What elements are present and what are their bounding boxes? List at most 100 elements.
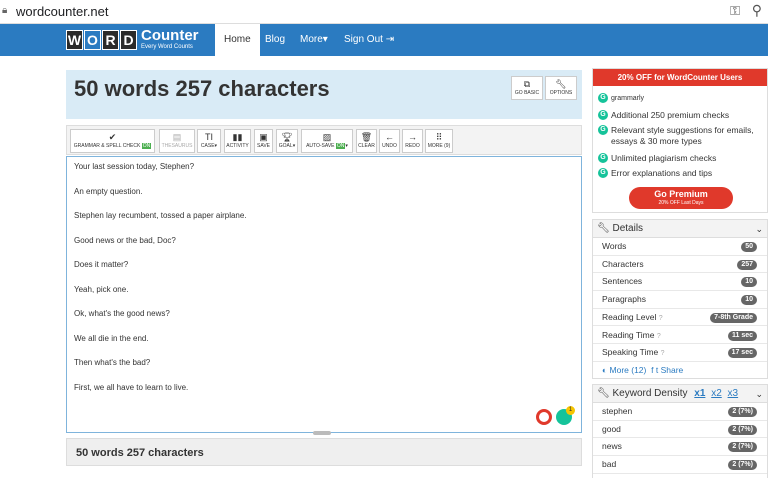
help-icon[interactable]: ?: [657, 333, 661, 340]
grammarly-icon[interactable]: 1: [556, 406, 575, 425]
keyword-density-panel: 🔧︎ Keyword Density x1 x2 x3 ⌄ stephen 2 (…: [592, 384, 768, 478]
detail-label: Characters: [602, 258, 644, 269]
details-footer: ◐ More (12) f t Share: [593, 362, 767, 380]
save-icon: ▣: [259, 132, 268, 142]
promo-item-text: Unlimited plagiarism checks: [611, 153, 717, 163]
url-text[interactable]: wordcounter.net: [16, 4, 109, 19]
page-title: 50 words 257 characters: [74, 76, 330, 101]
nav-home[interactable]: Home: [215, 24, 260, 56]
detail-label: Speaking Time: [602, 347, 659, 358]
wrench-icon: 🔧︎: [597, 223, 610, 234]
nav-sign-out[interactable]: Sign Out ⇥: [344, 24, 394, 56]
grid-icon: ⠿: [435, 132, 443, 142]
clear-label: CLEAR: [358, 143, 375, 149]
browser-address-bar[interactable]: 🔒︎ wordcounter.net ⚿ ⚲: [0, 0, 768, 24]
thesaurus-button[interactable]: ▤ THESAURUS: [159, 129, 195, 153]
grammarly-bullet-icon: G: [598, 153, 608, 163]
detail-row: Speaking Time ? 17 sec: [593, 344, 767, 362]
keyword-row[interactable]: bad 2 (7%): [593, 456, 767, 474]
undo-button[interactable]: ← UNDO: [379, 129, 400, 153]
resize-handle[interactable]: [313, 431, 331, 435]
editor-toolbar: ✔ GRAMMAR & SPELL CHECK ON ▤ THESAURUS T…: [66, 125, 582, 155]
detail-value: 50: [741, 242, 757, 252]
help-icon[interactable]: ?: [661, 350, 665, 357]
logo-tagline: Every Word Counts: [141, 43, 193, 50]
target-icon[interactable]: [536, 409, 552, 425]
case-label: CASE: [200, 143, 215, 149]
keyword-row[interactable]: news 2 (7%): [593, 438, 767, 457]
chevron-down-icon[interactable]: ⌄: [755, 385, 763, 403]
bar-chart-icon: ▮▮: [232, 132, 243, 142]
go-premium-button[interactable]: Go Premium 20% OFF Last Days: [629, 187, 733, 209]
undo-label: UNDO: [382, 143, 397, 149]
keyword-word: news: [602, 441, 622, 452]
go-basic-button[interactable]: ⧉ GO BASIC: [511, 76, 543, 100]
grammar-check-button[interactable]: ✔ GRAMMAR & SPELL CHECK ON: [70, 129, 155, 153]
details-header[interactable]: 🔧︎ Details ⌄: [593, 220, 767, 238]
autosave-state-badge: ON: [335, 143, 346, 149]
detail-label: Reading Time: [602, 329, 655, 340]
promo-item-text: Error explanations and tips: [611, 168, 713, 178]
auto-save-button[interactable]: ▨ AUTO-SAVE ON▾: [301, 129, 353, 153]
promo-item-text: Relevant style suggestions for emails, e…: [611, 125, 754, 146]
keyword-value: 2 (7%): [728, 460, 757, 471]
go-basic-label: GO BASIC: [514, 90, 540, 96]
details-panel: 🔧︎ Details ⌄ Words 50 Characters 257 Sente…: [592, 219, 768, 379]
density-tab-x2[interactable]: x2: [711, 388, 722, 399]
promo-item: G Relevant style suggestions for emails, …: [598, 125, 766, 147]
toggle-icon[interactable]: ◐: [602, 365, 607, 375]
logo-letter: D: [120, 30, 137, 50]
trophy-icon: 🏆︎: [281, 132, 293, 142]
detail-row: Paragraphs 10: [593, 291, 767, 309]
zoom-icon[interactable]: ⚲: [752, 2, 762, 19]
top-navigation: W O R D Counter Every Word Counts Home B…: [0, 24, 768, 56]
check-icon: ✔: [108, 132, 117, 142]
editor-line: Your last session today, Stephen?: [74, 162, 195, 171]
save-label: SAVE: [257, 143, 270, 149]
logo-letter: W: [66, 30, 83, 50]
arrow-right-icon: →: [408, 132, 417, 142]
site-logo[interactable]: W O R D Counter Every Word Counts: [66, 26, 199, 52]
book-icon: ▤: [172, 132, 182, 142]
grammarly-count-badge: 1: [566, 406, 575, 415]
floppy-icon: ▨: [322, 132, 332, 142]
detail-row: Characters 257: [593, 256, 767, 274]
facebook-icon[interactable]: f: [651, 365, 653, 375]
redo-button[interactable]: → REDO: [402, 129, 423, 153]
go-premium-label: Go Premium: [654, 189, 708, 199]
activity-button[interactable]: ▮▮ ACTIVITY: [224, 129, 251, 153]
keyword-row[interactable]: good 2 (7%): [593, 421, 767, 439]
editor-line: An empty question.: [74, 186, 143, 196]
keyword-row[interactable]: stephen 2 (7%): [593, 403, 767, 421]
keyword-word: stephen: [602, 406, 633, 416]
case-button[interactable]: TI CASE▾: [197, 129, 221, 153]
chevron-down-icon[interactable]: ⌄: [755, 220, 763, 238]
save-button[interactable]: ▣ SAVE: [254, 129, 273, 153]
density-tab-x1[interactable]: x1: [694, 388, 705, 399]
clear-button[interactable]: 🗑︎ CLEAR: [356, 129, 377, 153]
editor-line: We all die in the end.: [74, 333, 149, 343]
logo-name: Counter: [141, 26, 199, 44]
twitter-icon[interactable]: t: [656, 365, 658, 375]
more-tools-button[interactable]: ⠿ MORE (9): [425, 129, 453, 153]
density-tab-x3[interactable]: x3: [728, 388, 739, 399]
help-icon[interactable]: ?: [659, 315, 663, 322]
nav-more[interactable]: More▾: [300, 24, 328, 56]
redo-label: REDO: [405, 143, 420, 149]
logo-wordmark: Counter Every Word Counts: [141, 26, 199, 52]
logo-letter: O: [84, 30, 101, 50]
nav-blog[interactable]: Blog: [265, 24, 285, 56]
grammarly-brand-label: grammarly: [611, 94, 645, 102]
goal-button[interactable]: 🏆︎ GOAL▾: [276, 129, 298, 153]
key-icon[interactable]: ⚿: [730, 3, 740, 19]
editor-line: Stephen lay recumbent, tossed a paper ai…: [74, 211, 247, 220]
logo-letter: R: [102, 30, 119, 50]
options-button[interactable]: 🔧︎ OPTIONS: [545, 76, 577, 100]
grammarly-promo[interactable]: 20% OFF for WordCounter Users Ggrammarly…: [592, 68, 768, 213]
detail-label: Words: [602, 241, 627, 251]
options-label: OPTIONS: [549, 90, 573, 96]
text-editor[interactable]: Your last session today, Stephen? An emp…: [66, 156, 582, 433]
keyword-value: 2 (7%): [728, 407, 757, 417]
more-details-link[interactable]: More (12): [610, 365, 647, 375]
share-link[interactable]: Share: [661, 365, 684, 375]
